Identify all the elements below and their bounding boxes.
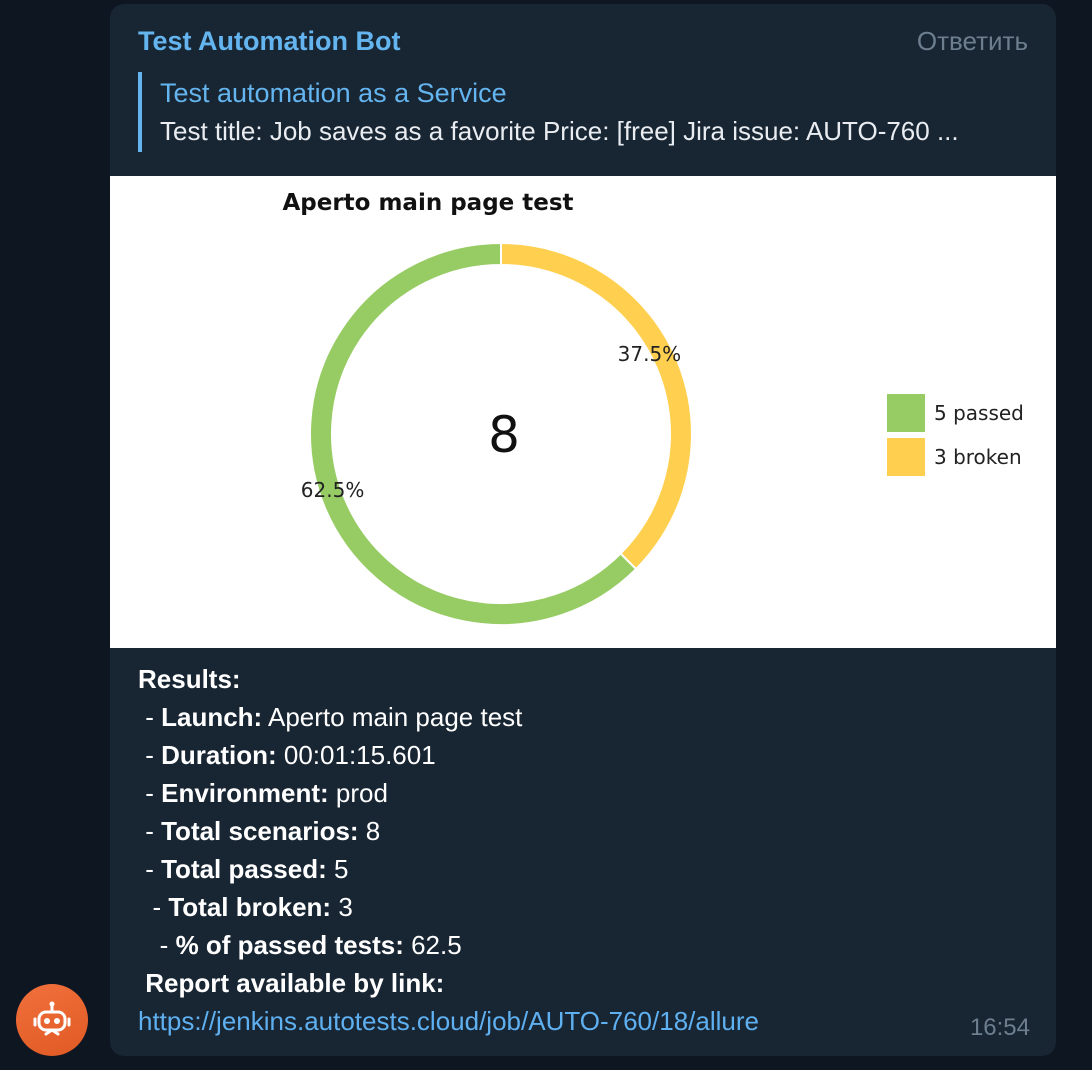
result-row-key: Total passed: bbox=[161, 854, 327, 884]
sender-name[interactable]: Test Automation Bot bbox=[138, 26, 400, 57]
result-row-key: Duration: bbox=[161, 740, 277, 770]
result-row-key: Launch: bbox=[161, 702, 263, 732]
report-label-line: Report available by link: bbox=[145, 968, 445, 998]
result-row-key: Total scenarios: bbox=[161, 816, 359, 846]
report-link[interactable]: https://jenkins.autotests.cloud/job/AUTO… bbox=[138, 1006, 759, 1036]
donut-chart: Aperto main page test 37.5% 62.5% 8 5 pas… bbox=[282, 190, 1024, 626]
result-row-value: 5 bbox=[326, 854, 349, 884]
slice-percent-label: 62.5% bbox=[301, 478, 365, 502]
result-row-key: Environment: bbox=[161, 778, 329, 808]
bot-avatar[interactable] bbox=[16, 984, 88, 1056]
result-row-value: 00:01:15.601 bbox=[276, 740, 436, 770]
message-bubble: Test Automation Bot Ответить Test automa… bbox=[110, 4, 1056, 1056]
chart-image[interactable]: Aperto main page test 37.5% 62.5% 8 5 pas… bbox=[110, 176, 1056, 648]
result-row-value: 62.5 bbox=[403, 930, 462, 960]
result-row-key: % of passed tests: bbox=[175, 930, 404, 960]
result-row: - Total passed: 5 bbox=[138, 850, 1038, 888]
result-row-prefix: - bbox=[138, 702, 162, 732]
result-row-prefix: - bbox=[138, 930, 176, 960]
legend-label-broken: 3 broken bbox=[934, 445, 1022, 469]
donut-slice-broken bbox=[500, 241, 693, 571]
legend-label-passed: 5 passed bbox=[934, 401, 1024, 425]
results-block: Results: - Launch: Aperto main page test… bbox=[138, 660, 1038, 1040]
quoted-message[interactable]: Test automation as a Service Test title:… bbox=[138, 72, 1028, 152]
result-row: - Total broken: 3 bbox=[138, 888, 1038, 926]
quote-text: Test title: Job saves as a favorite Pric… bbox=[160, 116, 959, 146]
chart-center-total: 8 bbox=[488, 406, 520, 464]
reply-button[interactable]: Ответить bbox=[917, 26, 1028, 57]
legend-swatch-passed bbox=[887, 394, 925, 432]
result-row-prefix: - bbox=[138, 816, 162, 846]
robot-icon bbox=[33, 1001, 71, 1036]
slice-percent-label: 37.5% bbox=[618, 342, 682, 366]
results-heading: Results: bbox=[138, 664, 241, 694]
result-row: - Environment: prod bbox=[138, 774, 1038, 812]
result-row-value: 3 bbox=[331, 892, 353, 922]
result-row-value: 8 bbox=[358, 816, 381, 846]
result-row-key: Total broken: bbox=[168, 892, 332, 922]
chat-view: Test Automation Bot Ответить Test automa… bbox=[0, 0, 1092, 1070]
result-row-prefix: - bbox=[138, 778, 162, 808]
quote-title: Test automation as a Service bbox=[160, 78, 507, 108]
result-row: - % of passed tests: 62.5 bbox=[138, 926, 1038, 964]
result-row: - Duration: 00:01:15.601 bbox=[138, 736, 1038, 774]
result-row: - Launch: Aperto main page test bbox=[138, 698, 1038, 736]
message-time: 16:54 bbox=[969, 1014, 1030, 1041]
result-row-value: prod bbox=[328, 778, 388, 808]
result-row-prefix: - bbox=[138, 740, 162, 770]
legend-swatch-broken bbox=[887, 438, 925, 476]
result-row: - Total scenarios: 8 bbox=[138, 812, 1038, 850]
chart-title: Aperto main page test bbox=[282, 190, 573, 216]
result-row-prefix: - bbox=[138, 854, 162, 884]
report-link-line: https://jenkins.autotests.cloud/job/AUTO… bbox=[138, 1002, 1038, 1040]
result-row-value: Aperto main page test bbox=[262, 702, 523, 732]
donut-slice-passed bbox=[309, 241, 638, 626]
result-row-prefix: - bbox=[138, 892, 169, 922]
